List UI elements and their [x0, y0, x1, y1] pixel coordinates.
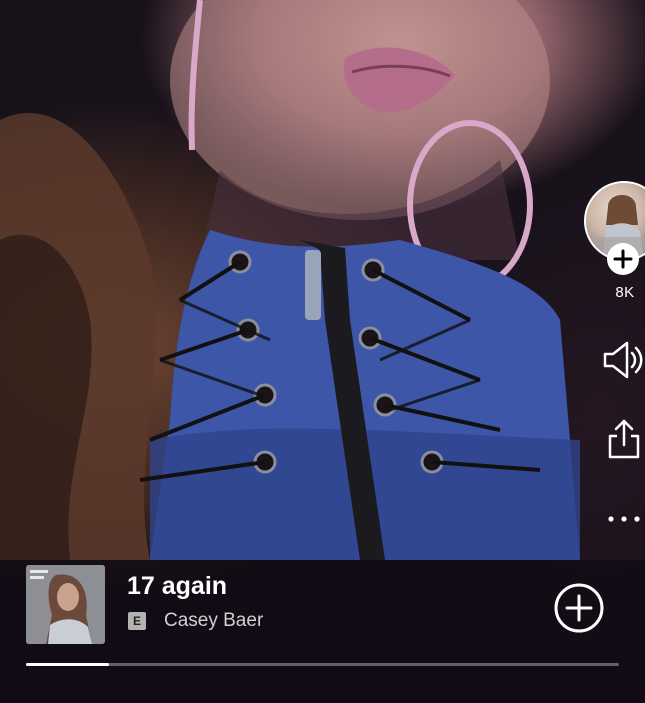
- creator-avatar-container: [584, 181, 645, 275]
- track-title[interactable]: 17 again: [127, 572, 227, 601]
- plus-circle-icon: [554, 583, 604, 633]
- follow-button[interactable]: [607, 243, 639, 275]
- action-rail: 8K: [545, 0, 645, 560]
- share-icon: [608, 419, 640, 459]
- add-to-library-button[interactable]: [553, 582, 605, 634]
- speaker-muted-icon: [603, 341, 643, 379]
- ellipsis-icon: [608, 516, 640, 522]
- album-art-image: [26, 565, 105, 644]
- share-button[interactable]: [601, 417, 645, 463]
- more-options-button[interactable]: [601, 496, 645, 542]
- progress-fill: [26, 663, 110, 666]
- progress-bar[interactable]: [26, 663, 619, 666]
- mute-button[interactable]: [601, 337, 645, 383]
- now-playing-bar: 17 again E Casey Baer: [0, 555, 645, 703]
- explicit-badge: E: [128, 612, 146, 630]
- follower-count: 8K: [615, 284, 635, 301]
- plus-icon: [613, 249, 633, 269]
- album-art[interactable]: [26, 565, 105, 644]
- video-player-screen[interactable]: 8K 17 again E Casey Baer: [0, 0, 645, 703]
- artist-name[interactable]: Casey Baer: [164, 610, 263, 632]
